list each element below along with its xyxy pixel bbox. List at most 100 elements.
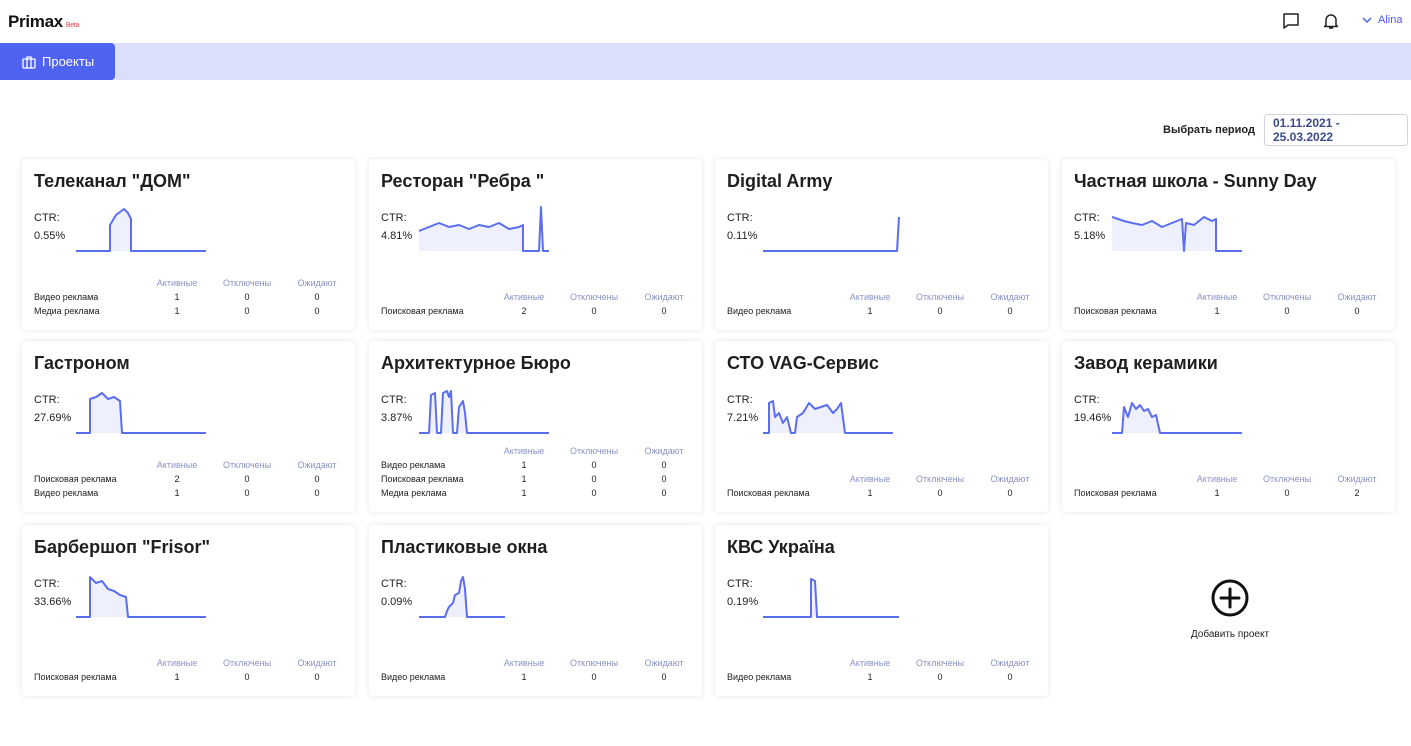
ctr-sparkline	[763, 578, 899, 618]
period-date-button[interactable]: 01.11.2021 - 25.03.2022	[1263, 114, 1408, 146]
ctr-label: CTR:	[1074, 212, 1100, 224]
project-title[interactable]: Телеканал "ДОМ"	[34, 171, 191, 192]
project-title[interactable]: Архитектурное Бюро	[381, 353, 571, 374]
stats-header-blank	[727, 656, 835, 670]
campaign-type: Поисковая реклама	[34, 474, 117, 484]
campaign-stats-table: Активные Отключены Ожидают Поисковая реклам…	[727, 472, 1045, 500]
project-title[interactable]: Digital Army	[727, 171, 832, 192]
pending-count: 0	[661, 460, 667, 470]
sparkline-area	[76, 209, 206, 251]
project-title[interactable]: Ресторан "Ребра "	[381, 171, 544, 192]
project-title[interactable]: Частная школа - Sunny Day	[1074, 171, 1317, 192]
project-card[interactable]: Архитектурное Бюро CTR: 3.87% Активные Отклю…	[369, 341, 702, 512]
top-bar: Primax Beta Alina	[0, 0, 1411, 43]
stats-header: Ожидают	[644, 446, 684, 456]
project-title[interactable]: Завод керамики	[1074, 353, 1218, 374]
add-project-button[interactable]: Добавить проект	[1188, 578, 1272, 640]
sparkline-area	[763, 217, 899, 251]
project-card[interactable]: Телеканал "ДОМ" CTR: 0.55% Активные Отключен…	[22, 159, 355, 330]
project-card[interactable]: Частная школа - Sunny Day CTR: 5.18% Активн…	[1062, 159, 1395, 330]
project-card[interactable]: Гастроном CTR: 27.69% Активные Отключены Ожид…	[22, 341, 355, 512]
stats-row: Поисковая реклама 2 0 0	[34, 472, 352, 486]
campaign-stats-table: Активные Отключены Ожидают Поисковая реклам…	[34, 458, 352, 500]
project-card[interactable]: Завод керамики CTR: 19.46% Активные Отключен…	[1062, 341, 1395, 512]
disabled-count: 0	[591, 488, 597, 498]
campaign-stats-table: Активные Отключены Ожидают Видео реклама 1 0 0	[727, 656, 1045, 684]
stats-row: Медиа реклама 1 0 0	[381, 486, 699, 500]
sparkline-area	[419, 577, 505, 617]
project-card[interactable]: Пластиковые окна CTR: 0.09% Активные Отключе…	[369, 525, 702, 696]
pending-count: 0	[661, 474, 667, 484]
stats-header: Ожидают	[990, 658, 1030, 668]
stats-header: Отключены	[222, 658, 272, 668]
plus-circle-icon	[1211, 579, 1249, 617]
pending-count: 0	[661, 488, 667, 498]
project-card[interactable]: Ресторан "Ребра " CTR: 4.81% Активные Отключ…	[369, 159, 702, 330]
stats-header: Ожидают	[297, 278, 337, 288]
period-label: Выбрать период	[1163, 124, 1255, 136]
active-count: 1	[174, 488, 180, 498]
stats-header: Активные	[156, 658, 198, 668]
stats-header: Отключены	[569, 292, 619, 302]
project-title[interactable]: КВС Україна	[727, 537, 835, 558]
ctr-sparkline	[76, 208, 206, 252]
project-card[interactable]: Барбершоп "Frisor" CTR: 33.66% Активные Откл…	[22, 525, 355, 696]
ctr-label: CTR:	[381, 578, 407, 590]
beta-badge: Beta	[65, 22, 80, 29]
stats-header: Активные	[503, 658, 545, 668]
campaign-type: Поисковая реклама	[381, 474, 464, 484]
stats-header-blank	[727, 472, 835, 486]
sparkline-area	[419, 207, 549, 251]
project-card[interactable]: Digital Army CTR: 0.11% Активные Отключены Ож…	[715, 159, 1048, 330]
campaign-stats-table: Активные Отключены Ожидают Видео реклама 1 0 0…	[34, 276, 352, 318]
active-count: 1	[521, 460, 527, 470]
project-card[interactable]: СТО VAG-Сервис CTR: 7.21% Активные Отключены…	[715, 341, 1048, 512]
ctr-value: 3.87%	[381, 412, 413, 424]
chat-icon[interactable]	[1281, 11, 1301, 31]
campaign-stats-table: Активные Отключены Ожидают Поисковая реклам…	[1074, 290, 1392, 318]
active-count: 1	[1214, 306, 1220, 316]
stats-header-blank	[381, 444, 489, 458]
project-card[interactable]: КВС Україна CTR: 0.19% Активные Отключены Ожи…	[715, 525, 1048, 696]
add-project-label: Добавить проект	[1190, 629, 1270, 640]
disabled-count: 0	[937, 306, 943, 316]
stats-header: Ожидают	[1337, 474, 1377, 484]
active-count: 1	[867, 488, 873, 498]
pending-count: 0	[1007, 306, 1013, 316]
pending-count: 0	[661, 672, 667, 682]
disabled-count: 0	[1284, 488, 1290, 498]
campaign-type: Медиа реклама	[34, 306, 100, 316]
stats-header: Активные	[849, 658, 891, 668]
stats-row: Поисковая реклама 1 0 0	[381, 472, 699, 486]
ctr-sparkline	[763, 216, 900, 252]
bell-icon[interactable]	[1321, 11, 1341, 31]
project-title[interactable]: Гастроном	[34, 353, 130, 374]
pending-count: 0	[1354, 306, 1360, 316]
ctr-label: CTR:	[1074, 394, 1100, 406]
stats-row: Видео реклама 1 0 0	[727, 670, 1045, 684]
pending-count: 0	[314, 488, 320, 498]
stats-row: Видео реклама 1 0 0	[34, 486, 352, 500]
sparkline-area	[419, 391, 549, 433]
pending-count: 0	[1007, 488, 1013, 498]
project-title[interactable]: СТО VAG-Сервис	[727, 353, 879, 374]
stats-header: Активные	[503, 292, 545, 302]
app-name: Primax	[8, 12, 63, 31]
app-logo[interactable]: Primax Beta	[8, 12, 79, 32]
ctr-label: CTR:	[727, 394, 753, 406]
stats-header: Отключены	[222, 278, 272, 288]
user-menu[interactable]: Alina	[1362, 14, 1402, 26]
stats-header: Ожидают	[297, 460, 337, 470]
stats-header: Отключены	[222, 460, 272, 470]
project-title[interactable]: Барбершоп "Frisor"	[34, 537, 210, 558]
pending-count: 0	[314, 672, 320, 682]
disabled-count: 0	[244, 292, 250, 302]
stats-header: Отключены	[915, 658, 965, 668]
stats-row: Видео реклама 1 0 0	[381, 670, 699, 684]
briefcase-icon	[22, 55, 36, 69]
campaign-stats-table: Активные Отключены Ожидают Поисковая реклам…	[381, 290, 699, 318]
tab-projects[interactable]: Проекты	[0, 43, 115, 80]
stats-header: Отключены	[915, 292, 965, 302]
ctr-sparkline	[76, 576, 206, 618]
project-title[interactable]: Пластиковые окна	[381, 537, 547, 558]
